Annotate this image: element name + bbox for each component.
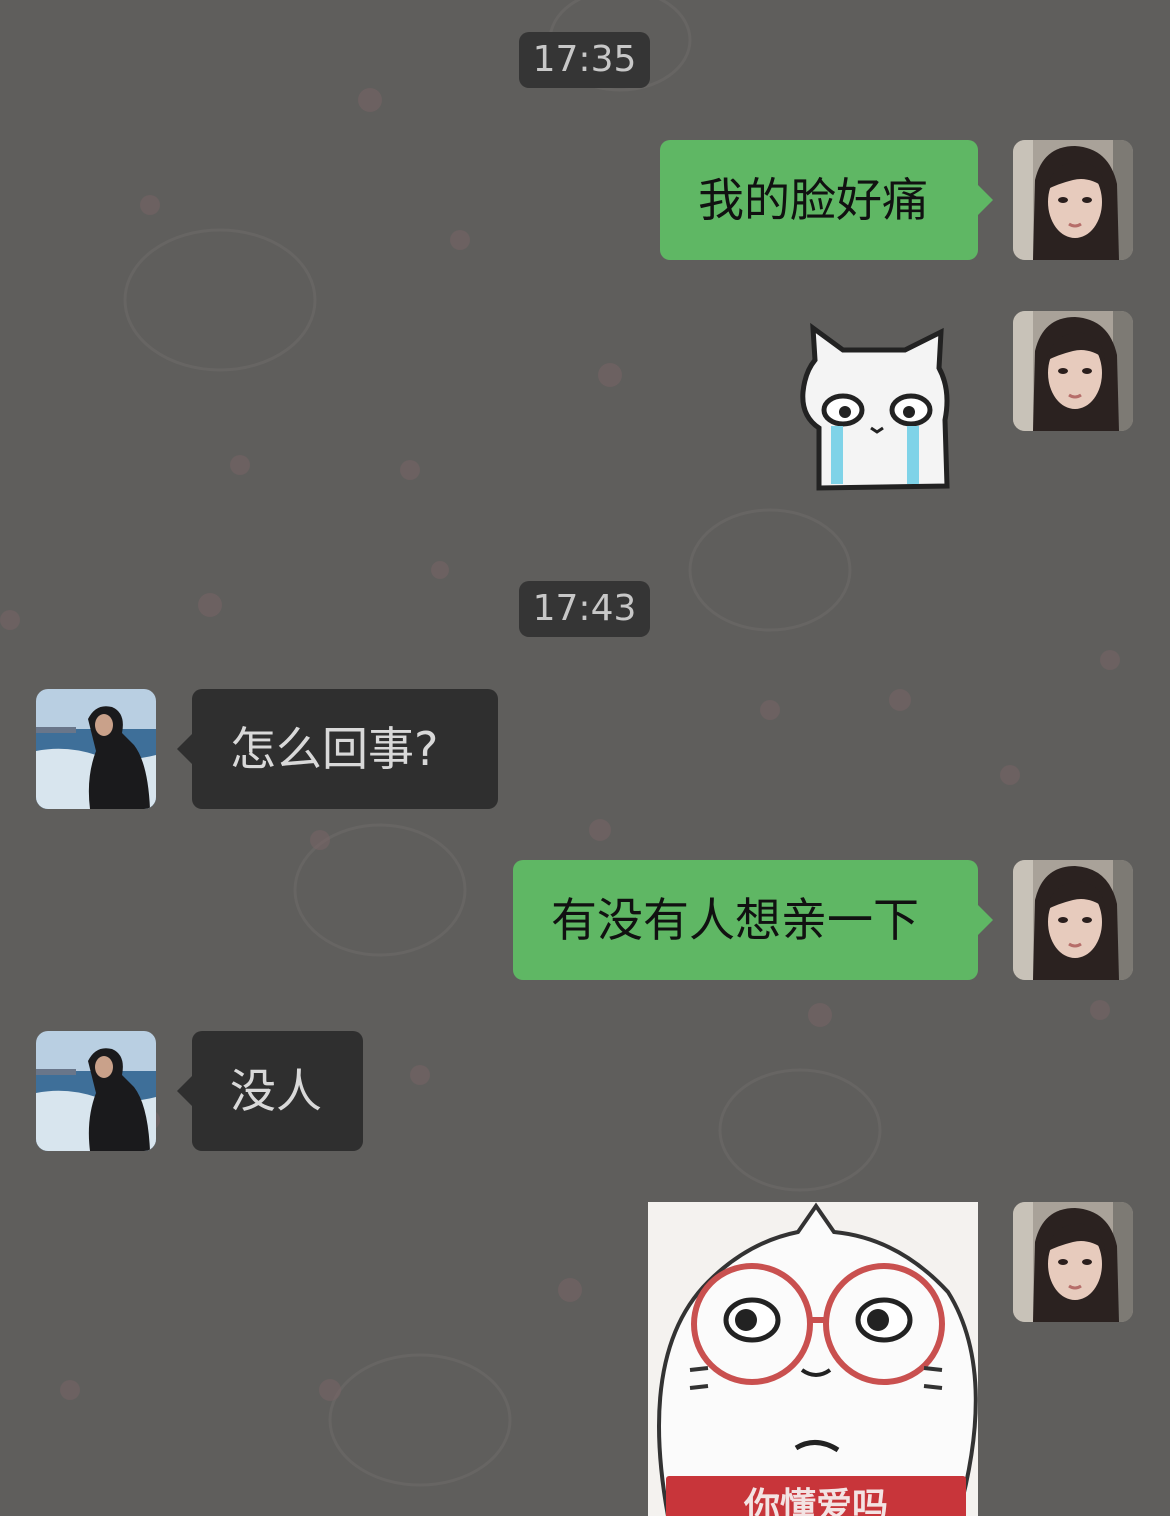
sticker-caption: 你懂爱吗	[666, 1476, 966, 1516]
self-avatar[interactable]	[1013, 140, 1133, 260]
chat-wallpaper	[0, 0, 1120, 1487]
man-on-boat-icon	[36, 689, 156, 809]
contact-avatar[interactable]	[36, 689, 156, 809]
crying-cat-sticker-icon	[800, 322, 950, 491]
self-avatar[interactable]	[1013, 311, 1133, 431]
sticker-glasses-cat[interactable]: 你懂爱吗	[648, 1202, 978, 1516]
girl-portrait-icon	[1013, 311, 1133, 431]
girl-portrait-icon	[1013, 860, 1133, 980]
message-bubble-other[interactable]: 没人	[177, 1031, 363, 1151]
glasses-cat-sticker-icon	[657, 1202, 978, 1516]
contact-avatar[interactable]	[36, 1031, 156, 1151]
self-avatar[interactable]	[1013, 860, 1133, 980]
timestamp: 17:35	[519, 32, 650, 88]
girl-portrait-icon	[1013, 140, 1133, 260]
man-on-boat-icon	[36, 1031, 156, 1151]
message-bubble-self[interactable]: 有没有人想亲一下	[513, 860, 993, 980]
sticker-crying-cat[interactable]	[795, 320, 955, 496]
message-bubble-other[interactable]: 怎么回事?	[177, 689, 498, 809]
girl-portrait-icon	[1013, 1202, 1133, 1322]
message-bubble-self[interactable]: 我的脸好痛	[660, 140, 993, 260]
self-avatar[interactable]	[1013, 1202, 1133, 1322]
timestamp: 17:43	[519, 581, 650, 637]
